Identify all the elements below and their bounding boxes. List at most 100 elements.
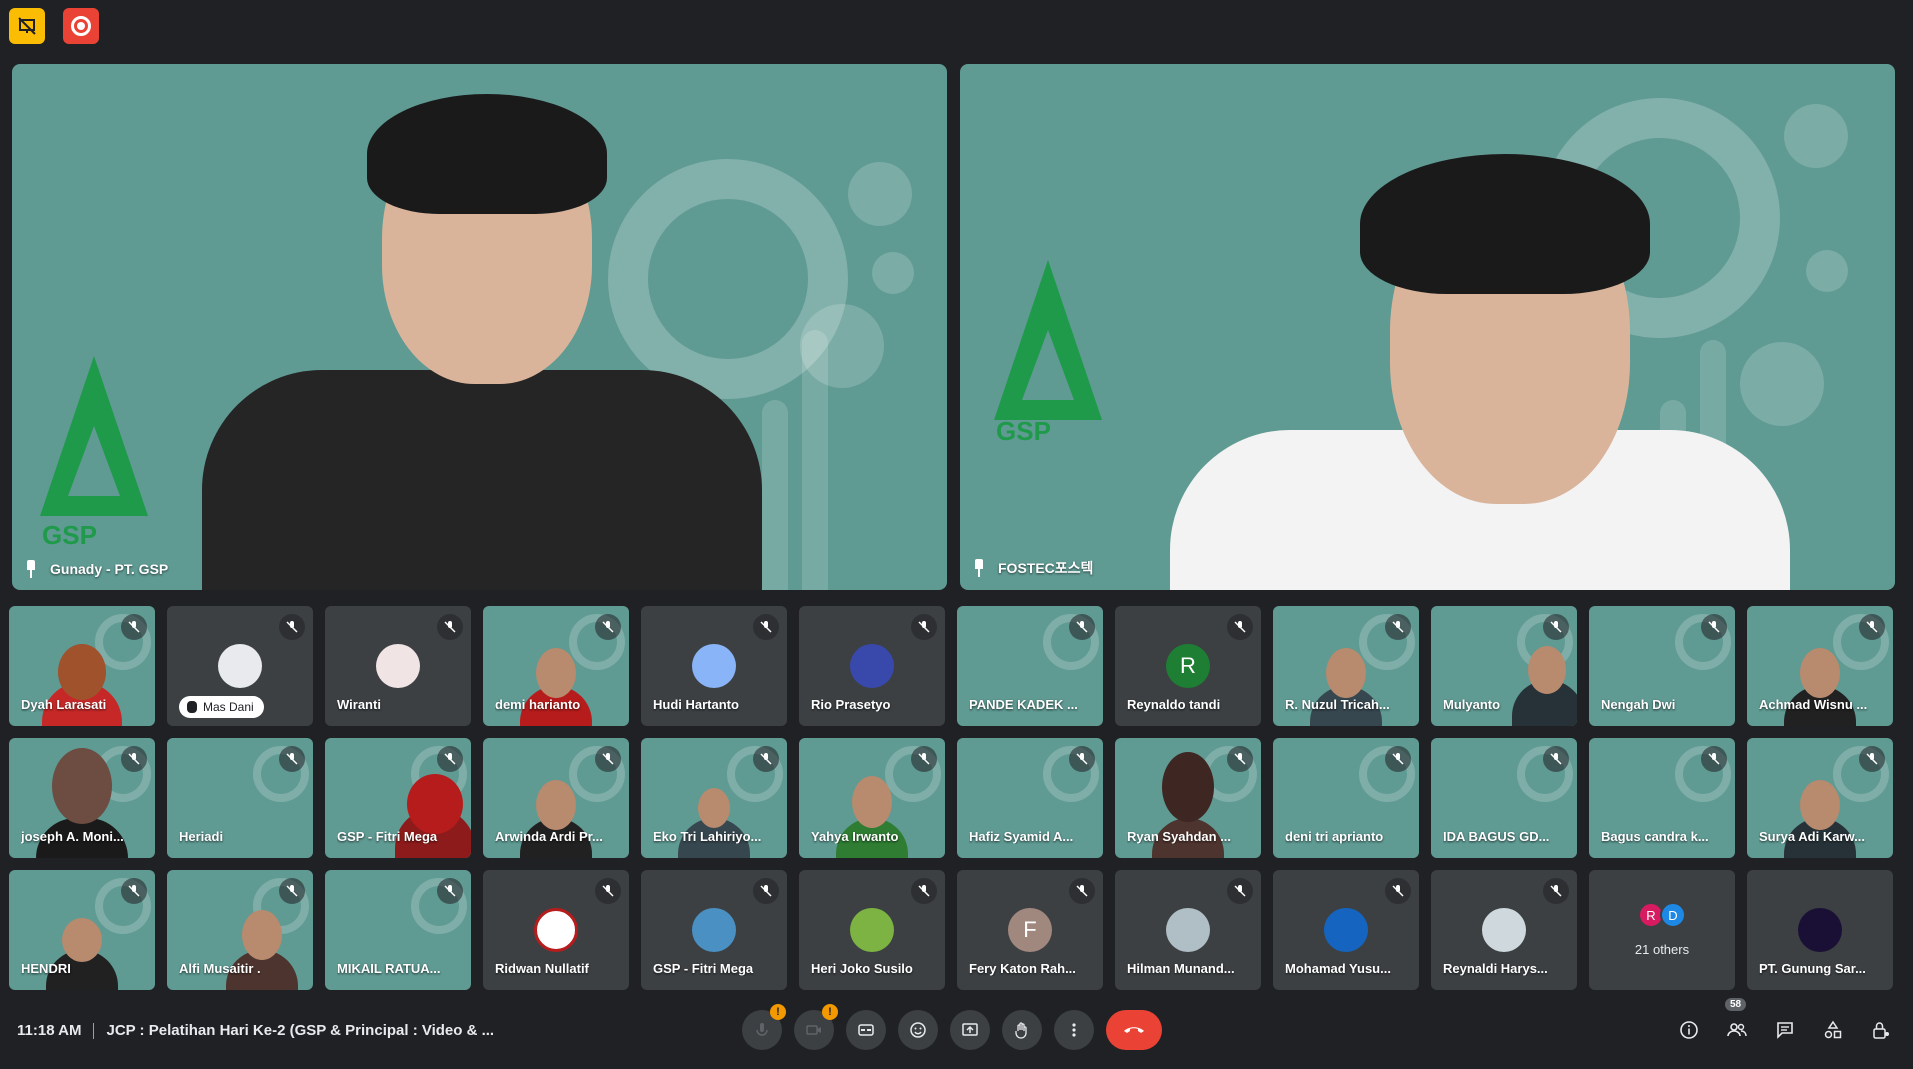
participant-tile[interactable]: Heri Joko Susilo [799, 870, 945, 990]
participant-tile[interactable]: HENDRI [9, 870, 155, 990]
mic-button[interactable]: ! [742, 1004, 786, 1050]
participant-tile[interactable]: Surya Adi Karw... [1747, 738, 1893, 858]
participant-name: PT. Gunung Sar... [1759, 961, 1866, 976]
participant-name: Nengah Dwi [1601, 697, 1676, 712]
more-options-button[interactable] [1054, 1010, 1094, 1050]
participant-tile[interactable]: Rio Prasetyo [799, 606, 945, 726]
participant-name: Mohamad Yusu... [1285, 961, 1391, 976]
mic-off-icon [1385, 746, 1411, 772]
participant-tile[interactable]: Bagus candra k... [1589, 738, 1735, 858]
participant-tile[interactable]: R Reynaldo tandi [1115, 606, 1261, 726]
participant-tile[interactable]: Ryan Syahdan ... [1115, 738, 1261, 858]
activities-icon [1824, 1020, 1842, 1039]
participant-tile[interactable]: Reynaldi Harys... [1431, 870, 1577, 990]
avatar [1482, 908, 1526, 952]
participant-tile[interactable]: Wiranti [325, 606, 471, 726]
presentation-off-icon[interactable] [9, 8, 45, 44]
avatar [692, 644, 736, 688]
participant-tile[interactable]: Arwinda Ardi Pr... [483, 738, 629, 858]
lock-person-icon [1873, 1022, 1889, 1039]
mic-off-icon [1069, 878, 1095, 904]
participant-tile[interactable]: F Fery Katon Rah... [957, 870, 1103, 990]
mic-off-icon [595, 746, 621, 772]
bottom-bar: 11:18 AM JCP : Pelatihan Hari Ke-2 (GSP … [0, 998, 1913, 1054]
participant-tile[interactable]: R. Nuzul Tricah... [1273, 606, 1419, 726]
mic-off-icon [753, 614, 779, 640]
participant-tile[interactable]: Eko Tri Lahiriyo... [641, 738, 787, 858]
avatar: R [1166, 644, 1210, 688]
participant-name: HENDRI [21, 961, 71, 976]
participant-tile[interactable]: Hudi Hartanto [641, 606, 787, 726]
mic-off-icon [1069, 746, 1095, 772]
mic-off-icon [1543, 614, 1569, 640]
avatar [376, 644, 420, 688]
mic-off-icon [121, 614, 147, 640]
mic-off-icon [437, 878, 463, 904]
participant-name: deni tri aprianto [1285, 829, 1384, 844]
participant-name: Dyah Larasati [21, 697, 107, 712]
participant-tile[interactable]: joseph A. Moni... [9, 738, 155, 858]
avatar [850, 908, 894, 952]
mic-off-icon [1859, 614, 1885, 640]
people-icon [1727, 1023, 1747, 1037]
captions-button[interactable] [846, 1010, 886, 1050]
meeting-details-button[interactable] [1671, 1010, 1707, 1050]
pin-icon[interactable] [972, 559, 986, 577]
meeting-title[interactable]: JCP : Pelatihan Hari Ke-2 (GSP & Princip… [106, 1022, 494, 1039]
people-button[interactable]: 58 [1719, 998, 1755, 1050]
participant-tile[interactable]: GSP - Fitri Mega [641, 870, 787, 990]
pinned-tile-presenter-2[interactable]: GSP FOSTEC포스텍 [960, 64, 1895, 590]
activities-button[interactable] [1815, 1010, 1851, 1050]
clock: 11:18 AM [17, 1022, 82, 1039]
participant-tile[interactable]: Mulyanto [1431, 606, 1577, 726]
participant-name: Mulyanto [1443, 697, 1501, 712]
participant-tile[interactable]: Alfi Musaitir . [167, 870, 313, 990]
participant-tile[interactable]: GSP - Fitri Mega [325, 738, 471, 858]
participant-tile[interactable]: MIKAIL RATUA... [325, 870, 471, 990]
reactions-button[interactable] [898, 1010, 938, 1050]
avatar [1798, 908, 1842, 952]
participant-tile[interactable]: Achmad Wisnu ... [1747, 606, 1893, 726]
leave-call-button[interactable] [1106, 1010, 1162, 1050]
mic-off-icon [279, 746, 305, 772]
participant-tile[interactable]: deni tri aprianto [1273, 738, 1419, 858]
participant-name: Hilman Munand... [1127, 961, 1235, 976]
mic-off-icon [753, 746, 779, 772]
pinned-tile-presenter-1[interactable]: GSP Gunady - PT. GSP [12, 64, 947, 590]
mic-off-icon [595, 614, 621, 640]
participant-name: Achmad Wisnu ... [1759, 697, 1868, 712]
participant-tile[interactable]: Ridwan Nullatif [483, 870, 629, 990]
participant-name: Bagus candra k... [1601, 829, 1709, 844]
participant-tile[interactable]: PT. Gunung Sar... [1747, 870, 1893, 990]
call-controls: ! ! [742, 1004, 1162, 1050]
participant-name: GSP - Fitri Mega [337, 829, 438, 844]
present-button[interactable] [950, 1010, 990, 1050]
mic-off-icon [437, 614, 463, 640]
participant-grid: Dyah Larasati Mas Dani Wiranti demi hari… [9, 606, 1893, 990]
pinned-name-label: Gunady - PT. GSP [24, 560, 168, 578]
participant-tile[interactable]: demi harianto [483, 606, 629, 726]
mic-off-icon [1859, 746, 1885, 772]
avatar: F [1008, 908, 1052, 952]
participant-name: demi harianto [495, 697, 581, 712]
divider [93, 1022, 95, 1039]
participant-tile[interactable]: Dyah Larasati [9, 606, 155, 726]
host-controls-button[interactable] [1863, 1010, 1899, 1050]
participant-tile[interactable]: Yahya Irwanto [799, 738, 945, 858]
participant-name: Hafiz Syamid A... [969, 829, 1074, 844]
record-icon[interactable] [63, 8, 99, 44]
raise-hand-button[interactable] [1002, 1010, 1042, 1050]
participant-tile[interactable]: Nengah Dwi [1589, 606, 1735, 726]
others-tile[interactable]: R D 21 others [1589, 870, 1735, 990]
chat-button[interactable] [1767, 1010, 1803, 1050]
participant-tile[interactable]: Mohamad Yusu... [1273, 870, 1419, 990]
participant-tile[interactable]: IDA BAGUS GD... [1431, 738, 1577, 858]
meeting-info: 11:18 AM JCP : Pelatihan Hari Ke-2 (GSP … [17, 1022, 494, 1039]
pin-icon[interactable] [24, 560, 38, 578]
participant-tile[interactable]: Hilman Munand... [1115, 870, 1261, 990]
participant-tile[interactable]: Hafiz Syamid A... [957, 738, 1103, 858]
participant-tile[interactable]: Heriadi [167, 738, 313, 858]
participant-tile[interactable]: PANDE KADEK ... [957, 606, 1103, 726]
camera-button[interactable]: ! [794, 1004, 838, 1050]
participant-tile[interactable]: Mas Dani [167, 606, 313, 726]
